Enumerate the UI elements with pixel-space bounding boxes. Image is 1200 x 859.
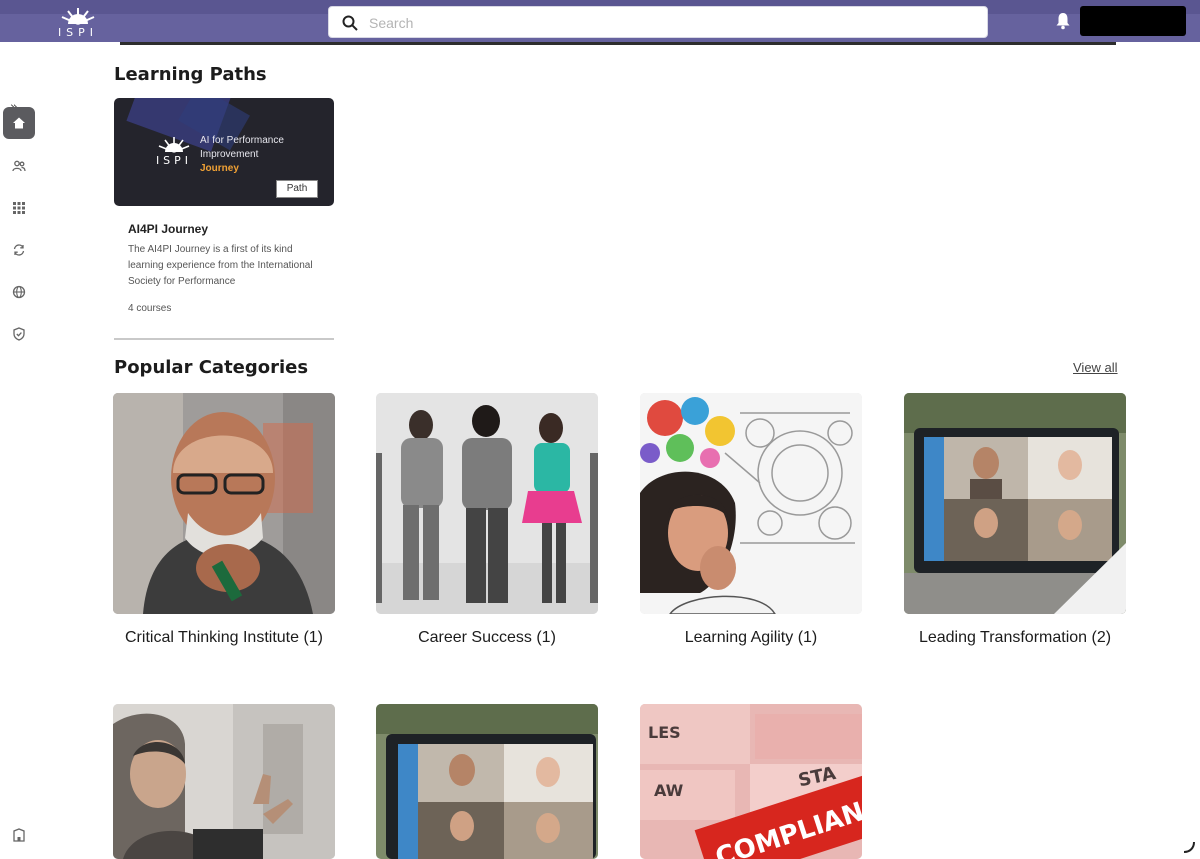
path-badge: Path [276, 180, 318, 198]
compliance-sticky-notes-illustration: LES AW STA COMPLIAN [640, 704, 862, 859]
learning-path-title[interactable]: AI4PI Journey [128, 222, 208, 236]
resize-handle-icon [1183, 841, 1195, 853]
category-label[interactable]: Career Success (1) [376, 628, 598, 648]
person-thinking-illustration [113, 393, 335, 614]
ispi-logo[interactable]: ISPI [54, 4, 102, 40]
sidebar-item-catalog[interactable] [3, 192, 35, 224]
banner-caption-line: Improvement [200, 149, 259, 160]
sidebar: » [0, 42, 40, 859]
banner-caption: AI for Performance Improvement Journey [200, 134, 330, 176]
logo-text: ISPI [57, 26, 99, 39]
video-call-laptop-illustration [376, 704, 598, 859]
sidebar-item-people[interactable] [3, 150, 35, 182]
note-text-aw: AW [654, 781, 684, 800]
search-box[interactable] [328, 6, 988, 38]
globe-icon [12, 285, 26, 299]
category-image[interactable] [113, 704, 335, 859]
category-image[interactable] [376, 393, 598, 614]
category-image[interactable] [640, 393, 862, 614]
note-text-les: LES [648, 723, 681, 742]
bell-icon[interactable] [1055, 12, 1071, 30]
profile-menu-button[interactable] [1080, 6, 1186, 36]
sidebar-item-badges[interactable] [3, 318, 35, 350]
banner-logo-text: ISPI [155, 154, 193, 167]
banner-ispi-logo: ISPI [150, 134, 198, 174]
sidebar-item-activity[interactable] [3, 234, 35, 266]
home-icon [13, 117, 25, 129]
learning-path-banner: ISPI AI for Performance Improvement Jour… [114, 98, 334, 206]
learning-path-course-count: 4 courses [128, 303, 172, 314]
card-divider [114, 338, 334, 340]
banner-caption-highlight: Journey [200, 163, 239, 174]
popular-categories-heading: Popular Categories [114, 357, 309, 378]
learning-path-card[interactable]: ISPI AI for Performance Improvement Jour… [114, 98, 334, 340]
view-all-link[interactable]: View all [1073, 360, 1118, 375]
category-label[interactable]: Leading Transformation (2) [904, 628, 1126, 648]
category-label[interactable]: Critical Thinking Institute (1) [113, 628, 335, 648]
search-icon [342, 15, 358, 31]
refresh-icon [13, 244, 25, 256]
shield-icon [13, 327, 25, 341]
category-label[interactable]: Learning Agility (1) [640, 628, 862, 648]
top-nav-bar: ISPI [0, 0, 1200, 42]
category-image[interactable] [376, 704, 598, 859]
category-image[interactable] [113, 393, 335, 614]
person-gesturing-illustration [113, 704, 335, 859]
learning-path-description: The AI4PI Journey is a first of its kind… [128, 244, 313, 287]
people-from-behind-illustration [376, 393, 598, 614]
doodle-thinking-illustration [640, 393, 862, 614]
category-image[interactable] [904, 393, 1126, 614]
sunburst-icon [158, 137, 190, 153]
sidebar-item-community[interactable] [3, 276, 35, 308]
learning-paths-heading: Learning Paths [114, 64, 267, 85]
sidebar-item-home[interactable] [3, 107, 35, 139]
sunburst-icon [61, 8, 95, 25]
building-icon[interactable] [12, 828, 26, 842]
video-call-laptop-illustration [904, 393, 1126, 614]
grid-icon [13, 202, 25, 214]
banner-caption-line: AI for Performance [200, 135, 284, 146]
search-input[interactable] [369, 11, 969, 35]
top-divider [120, 42, 1116, 45]
people-icon [12, 160, 26, 172]
category-image[interactable]: LES AW STA COMPLIAN [640, 704, 862, 859]
